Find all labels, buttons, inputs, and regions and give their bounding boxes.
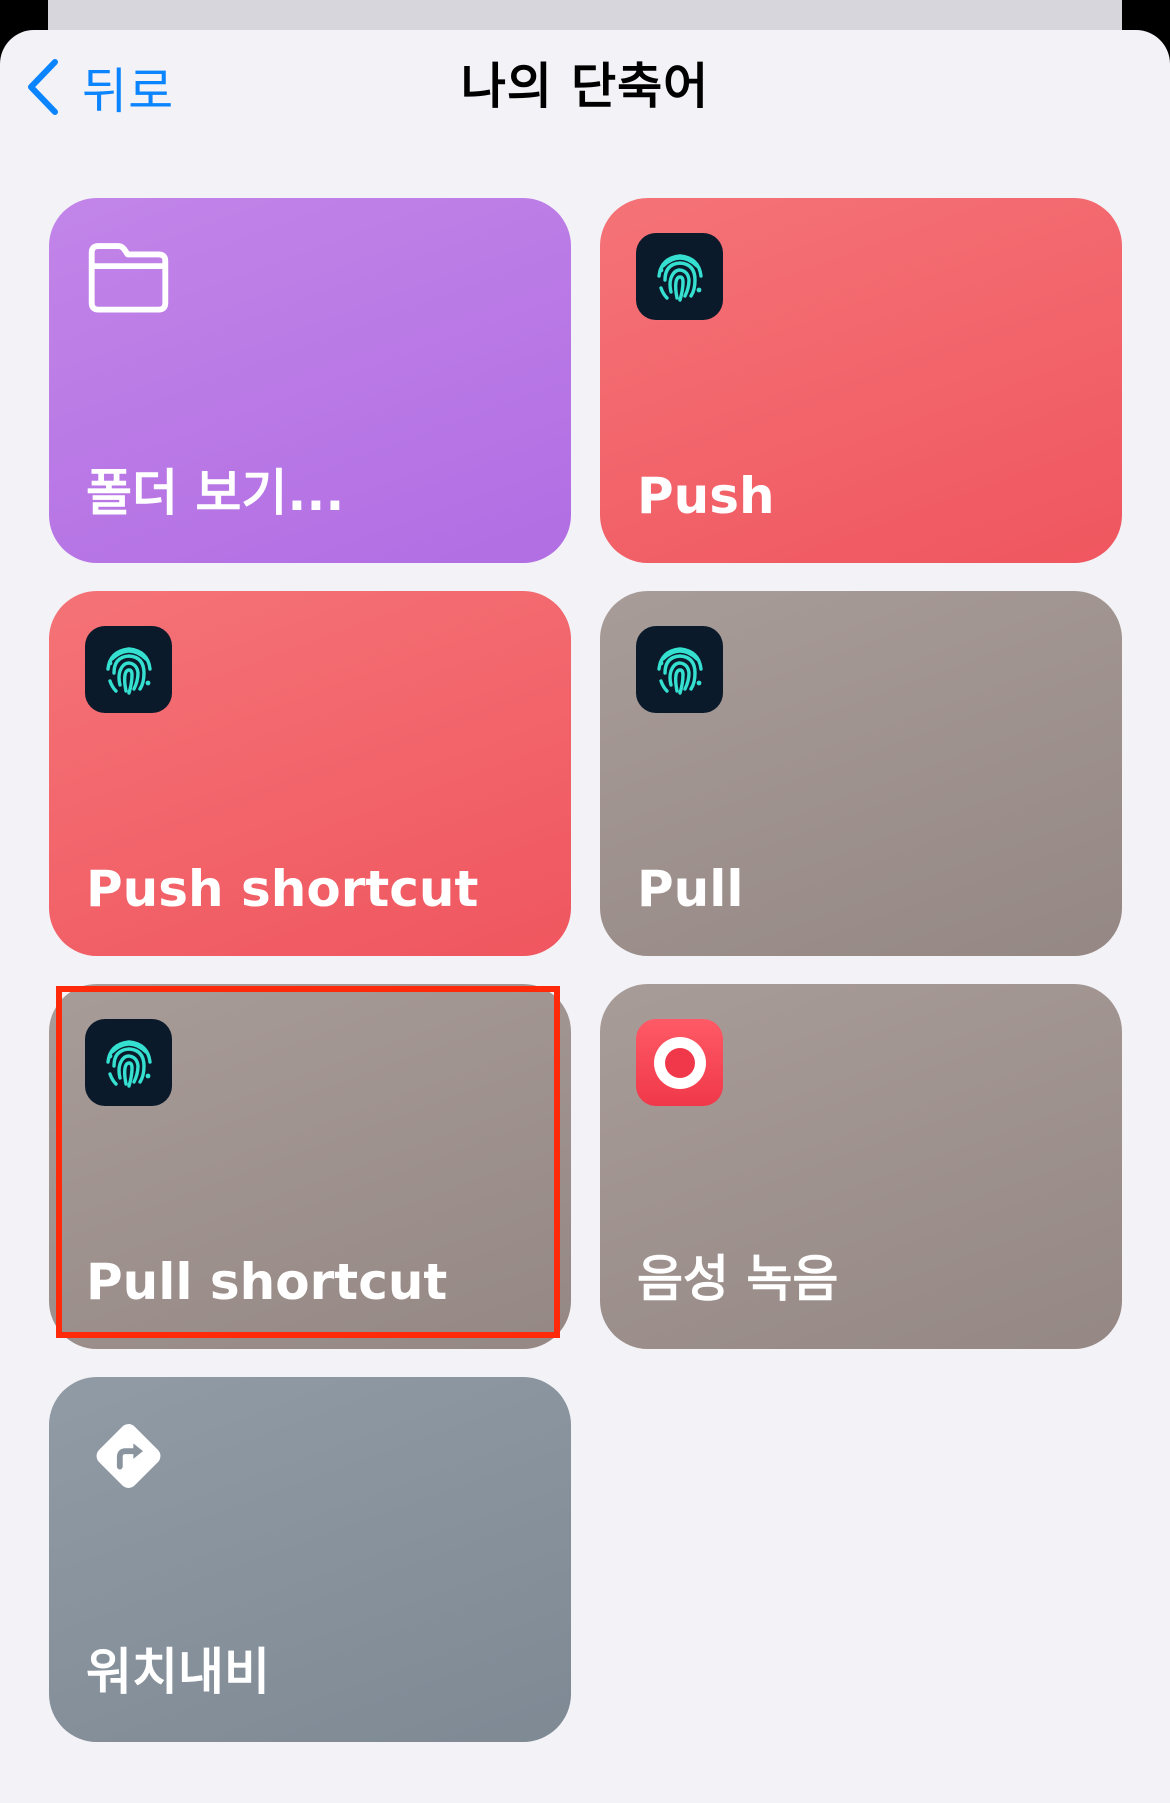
tile-label: 워치내비 bbox=[86, 1643, 270, 1701]
directions-icon bbox=[85, 1412, 172, 1499]
tile-label: Pull bbox=[637, 860, 744, 918]
tile-voice-memo[interactable]: 음성 녹음 bbox=[600, 984, 1122, 1349]
page-title: 나의 단축어 bbox=[460, 58, 710, 115]
tile-pull[interactable]: Pull bbox=[600, 591, 1122, 956]
tile-push-shortcut[interactable]: Push shortcut bbox=[49, 591, 571, 956]
tile-label: Push bbox=[637, 467, 775, 525]
tile-view-folder[interactable]: 폴더 보기... bbox=[49, 198, 571, 563]
fingerprint-app-icon bbox=[85, 626, 172, 713]
tile-label: Pull shortcut bbox=[86, 1253, 448, 1311]
tile-label: Push shortcut bbox=[86, 860, 479, 918]
voice-memo-icon bbox=[636, 1019, 723, 1106]
fingerprint-app-icon bbox=[85, 1019, 172, 1106]
fingerprint-app-icon bbox=[636, 233, 723, 320]
tile-label: 폴더 보기... bbox=[86, 464, 345, 522]
fingerprint-app-icon bbox=[636, 626, 723, 713]
folder-icon bbox=[85, 233, 172, 320]
tile-pull-shortcut[interactable]: Pull shortcut bbox=[49, 984, 571, 1349]
tile-push[interactable]: Push bbox=[600, 198, 1122, 563]
tile-label: 음성 녹음 bbox=[637, 1250, 839, 1308]
tile-watch-navi[interactable]: 워치내비 bbox=[49, 1377, 571, 1742]
